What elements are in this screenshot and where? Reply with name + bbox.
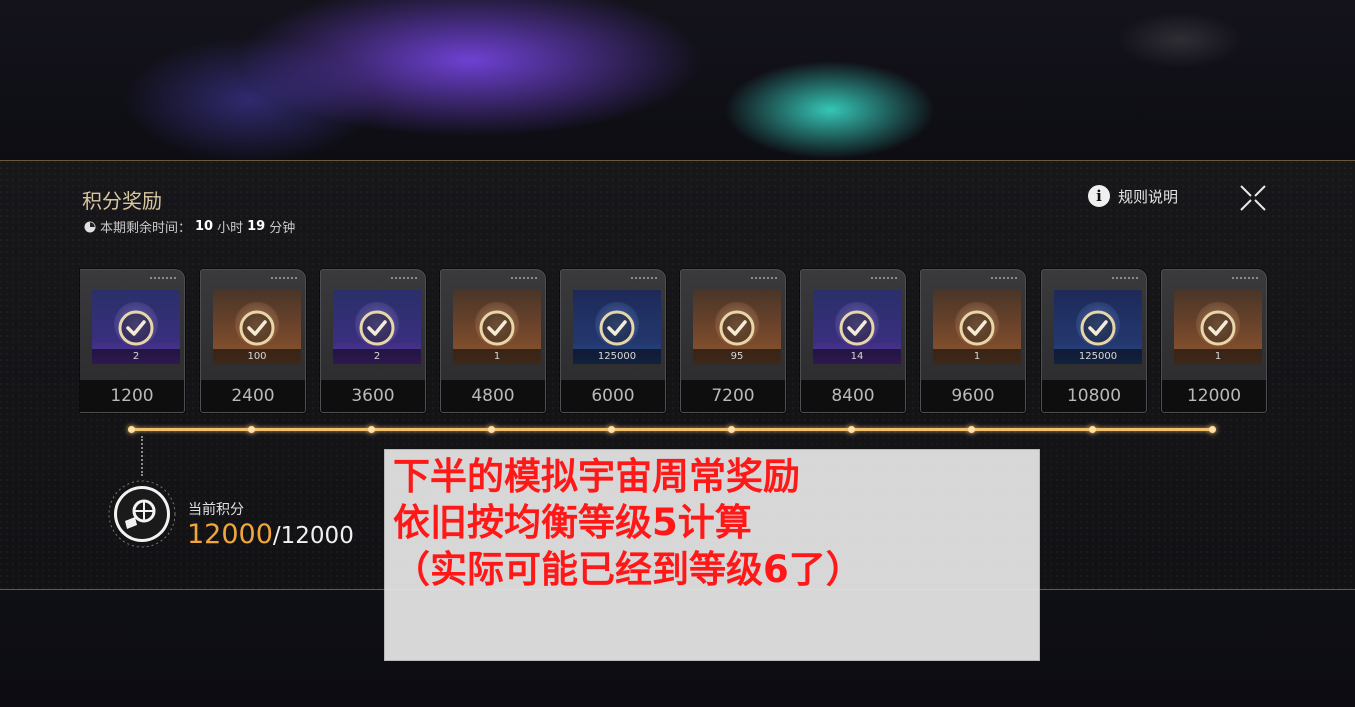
reward-card[interactable]: 125000 6000 (560, 269, 666, 413)
current-score-value: 12000 (187, 519, 273, 550)
timer-minutes: 19 (247, 219, 266, 234)
progress-node (1089, 426, 1096, 433)
info-icon: i (1088, 185, 1110, 207)
panel-title: 积分奖励 (82, 189, 162, 213)
reward-item: 2 (92, 290, 180, 364)
reward-card[interactable]: 100 2400 (200, 269, 306, 413)
timer-prefix: 本期剩余时间： (100, 221, 192, 236)
reward-quantity: 125000 (1054, 349, 1142, 364)
card-decoration (751, 277, 777, 279)
reward-quantity: 2 (333, 349, 421, 364)
rules-label: 规则说明 (1118, 187, 1179, 206)
timer-minutes-unit: 分钟 (269, 221, 296, 236)
progress-track (130, 428, 1214, 431)
overlay-caption: 下半的模拟宇宙周常奖励 依旧按均衡等级5计算 （实际可能已经到等级6了） (384, 449, 1040, 661)
card-decoration (631, 277, 657, 279)
reward-points-threshold: 3600 (321, 380, 425, 412)
progress-node (608, 426, 615, 433)
check-icon (839, 310, 875, 346)
reward-points-threshold: 7200 (681, 380, 785, 412)
reward-item: 125000 (1054, 290, 1142, 364)
check-icon (719, 310, 755, 346)
reward-item: 2 (333, 290, 421, 364)
reward-item: 125000 (573, 290, 661, 364)
reward-points-threshold: 12000 (1162, 380, 1266, 412)
reward-card[interactable]: 14 8400 (800, 269, 906, 413)
card-decoration (991, 277, 1017, 279)
reward-card[interactable]: 1 4800 (440, 269, 546, 413)
check-icon (479, 310, 515, 346)
progress-node (488, 426, 495, 433)
card-decoration (150, 277, 176, 279)
progress-node (728, 426, 735, 433)
reward-card[interactable]: 95 7200 (680, 269, 786, 413)
reward-quantity: 14 (813, 349, 901, 364)
reward-item: 1 (453, 290, 541, 364)
caption-line-2: 依旧按均衡等级5计算 (393, 501, 752, 545)
progress-node (1209, 426, 1216, 433)
reward-quantity: 1 (453, 349, 541, 364)
current-score-label: 当前积分 (188, 502, 244, 518)
score-badge-icon (108, 480, 176, 548)
reward-card[interactable]: 2 3600 (320, 269, 426, 413)
check-icon (1080, 310, 1116, 346)
reward-card[interactable]: 2 1200 (80, 269, 185, 413)
reward-quantity: 2 (92, 349, 180, 364)
reward-points-threshold: 9600 (921, 380, 1025, 412)
reward-item: 14 (813, 290, 901, 364)
max-score: /12000 (272, 523, 354, 549)
reward-points-threshold: 2400 (201, 380, 305, 412)
progress-node (248, 426, 255, 433)
reward-points-threshold: 4800 (441, 380, 545, 412)
reward-card[interactable]: 1 9600 (920, 269, 1026, 413)
reward-item: 95 (693, 290, 781, 364)
card-decoration (1232, 277, 1258, 279)
card-decoration (391, 277, 417, 279)
progress-node (848, 426, 855, 433)
caption-line-1: 下半的模拟宇宙周常奖励 (393, 455, 800, 498)
timer-hours: 10 (195, 219, 214, 234)
reward-points-threshold: 10800 (1042, 380, 1146, 412)
progress-node (368, 426, 375, 433)
reward-quantity: 100 (213, 349, 301, 364)
reward-quantity: 125000 (573, 349, 661, 364)
reward-item: 1 (1174, 290, 1262, 364)
score-connector (141, 436, 143, 476)
current-score: 12000/12000 (187, 519, 354, 550)
card-decoration (871, 277, 897, 279)
card-decoration (271, 277, 297, 279)
progress-node (968, 426, 975, 433)
check-icon (599, 310, 635, 346)
reward-points-threshold: 6000 (561, 380, 665, 412)
check-icon (1200, 310, 1236, 346)
reward-card[interactable]: 1 12000 (1161, 269, 1267, 413)
progress-fill (130, 428, 1214, 431)
card-decoration (1112, 277, 1138, 279)
timer-hours-unit: 小时 (217, 221, 244, 236)
clock-icon (84, 221, 96, 232)
reward-points-threshold: 1200 (80, 380, 184, 412)
card-decoration (511, 277, 537, 279)
reward-quantity: 1 (1174, 349, 1262, 364)
check-icon (239, 310, 275, 346)
reward-points-threshold: 8400 (801, 380, 905, 412)
progress-node (128, 426, 135, 433)
caption-line-3: （实际可能已经到等级6了） (393, 547, 863, 591)
reward-item: 100 (213, 290, 301, 364)
reward-card[interactable]: 125000 10800 (1041, 269, 1147, 413)
check-icon (359, 310, 395, 346)
check-icon (959, 310, 995, 346)
period-timer: 本期剩余时间： 10 小时 19 分钟 (84, 217, 295, 236)
background-top (0, 0, 1355, 160)
check-icon (118, 310, 154, 346)
close-icon[interactable] (1238, 183, 1268, 213)
rules-button[interactable]: i 规则说明 (1088, 185, 1178, 207)
reward-quantity: 95 (693, 349, 781, 364)
reward-quantity: 1 (933, 349, 1021, 364)
reward-item: 1 (933, 290, 1021, 364)
